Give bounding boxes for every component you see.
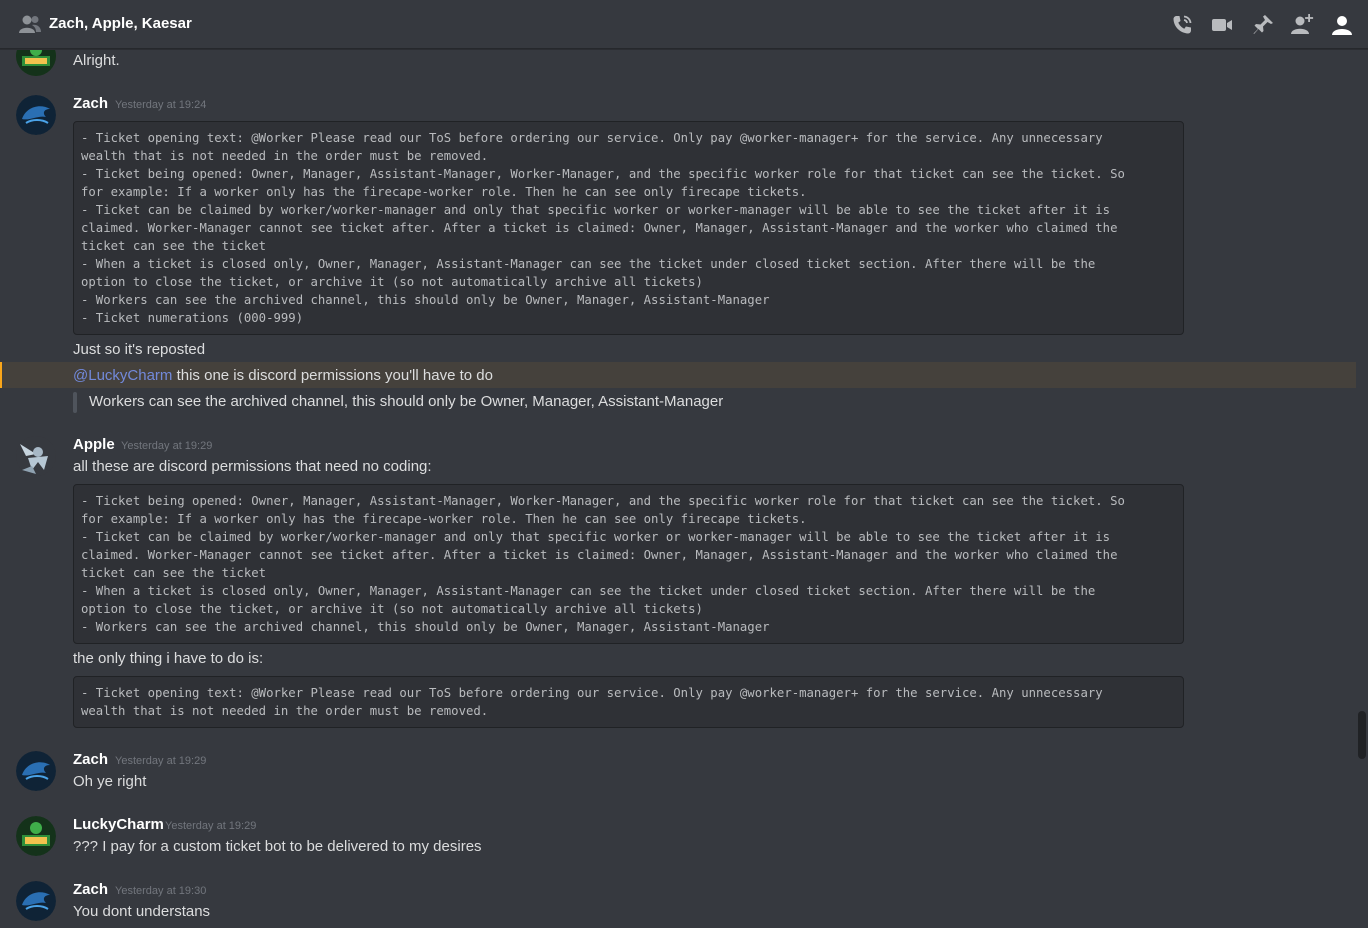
code-line: - Ticket being opened: Owner, Manager, A…	[81, 494, 1125, 508]
code-line: ticket can see the ticket	[81, 566, 267, 580]
code-line: claimed. Worker-Manager cannot see ticke…	[81, 221, 1118, 235]
code-line: option to close the ticket, or archive i…	[81, 275, 703, 289]
message-list[interactable]: Alright. Zach Yesterday at 19:24 - Ticke…	[0, 50, 1356, 928]
code-line: ticket can see the ticket	[81, 239, 267, 253]
message-text: all these are discord permissions that n…	[73, 458, 432, 475]
avatar[interactable]	[16, 95, 56, 135]
zach-avatar-icon	[16, 751, 56, 791]
avatar[interactable]	[16, 751, 56, 791]
scrollbar-track[interactable]	[1356, 50, 1368, 928]
luckycharm-avatar-icon	[16, 816, 56, 856]
scrollbar-thumb[interactable]	[1358, 711, 1366, 759]
code-line: - When a ticket is closed only, Owner, M…	[81, 584, 1096, 598]
message-author[interactable]: LuckyCharm	[73, 816, 164, 833]
avatar[interactable]	[16, 50, 56, 76]
message-text: Just so it's reposted	[73, 341, 206, 358]
code-line: - Ticket opening text: @Worker Please re…	[81, 131, 1103, 145]
code-line: for example: If a worker only has the fi…	[81, 512, 807, 526]
channel-title: Zach, Apple, Kaesar	[49, 15, 192, 32]
code-line: - Ticket can be claimed by worker/worker…	[81, 203, 1111, 217]
message-text: the only thing i have to do is:	[73, 650, 264, 667]
code-line: claimed. Worker-Manager cannot see ticke…	[81, 548, 1118, 562]
quote-bar	[73, 392, 77, 413]
user-mention[interactable]: @LuckyCharm	[73, 367, 172, 384]
code-block: - Ticket opening text: @Worker Please re…	[73, 121, 1184, 335]
message-timestamp: Yesterday at 19:29	[121, 440, 213, 452]
pin-icon[interactable]	[1251, 13, 1275, 37]
avatar[interactable]	[16, 881, 56, 921]
code-line: - Ticket opening text: @Worker Please re…	[81, 686, 1103, 700]
zach-avatar-icon	[16, 95, 56, 135]
code-line: - Workers can see the archived channel, …	[81, 293, 770, 307]
message-text: Oh ye right	[73, 773, 147, 790]
message-timestamp: Yesterday at 19:29	[115, 755, 207, 767]
code-line: - Ticket being opened: Owner, Manager, A…	[81, 167, 1125, 181]
code-line: - Ticket can be claimed by worker/worker…	[81, 530, 1111, 544]
message-author[interactable]: Zach	[73, 95, 108, 112]
code-line: wealth that is not needed in the order m…	[81, 704, 489, 718]
code-line: option to close the ticket, or archive i…	[81, 602, 703, 616]
message-author[interactable]: Zach	[73, 751, 108, 768]
code-line: wealth that is not needed in the order m…	[81, 149, 489, 163]
code-line: - When a ticket is closed only, Owner, M…	[81, 257, 1096, 271]
channel-header: Zach, Apple, Kaesar	[0, 0, 1368, 49]
message-author[interactable]: Apple	[73, 436, 115, 453]
message-text: Alright.	[73, 52, 120, 69]
video-icon[interactable]	[1210, 13, 1234, 37]
code-line: - Workers can see the archived channel, …	[81, 620, 770, 634]
group-dm-icon	[19, 15, 41, 33]
mention-message-text: this one is discord permissions you'll h…	[172, 367, 493, 384]
message-timestamp: Yesterday at 19:24	[115, 99, 207, 111]
quote-text: Workers can see the archived channel, th…	[89, 393, 724, 410]
member-list-icon[interactable]	[1330, 13, 1354, 37]
avatar[interactable]	[16, 436, 56, 476]
code-line: - Ticket numerations (000-999)	[81, 311, 304, 325]
message-text: ??? I pay for a custom ticket bot to be …	[73, 838, 482, 855]
code-line: for example: If a worker only has the fi…	[81, 185, 807, 199]
luckycharm-avatar-icon	[16, 50, 56, 76]
message-timestamp: Yesterday at 19:29	[165, 820, 257, 832]
call-icon[interactable]	[1170, 13, 1194, 37]
message-text: You dont understans	[73, 903, 211, 920]
add-member-icon[interactable]	[1290, 13, 1314, 37]
message-timestamp: Yesterday at 19:30	[115, 885, 207, 897]
message-text: @LuckyCharm this one is discord permissi…	[73, 367, 493, 384]
message-author[interactable]: Zach	[73, 881, 108, 898]
apple-avatar-icon	[16, 436, 56, 476]
code-block: - Ticket opening text: @Worker Please re…	[73, 676, 1184, 728]
avatar[interactable]	[16, 816, 56, 856]
code-block: - Ticket being opened: Owner, Manager, A…	[73, 484, 1184, 644]
zach-avatar-icon	[16, 881, 56, 921]
